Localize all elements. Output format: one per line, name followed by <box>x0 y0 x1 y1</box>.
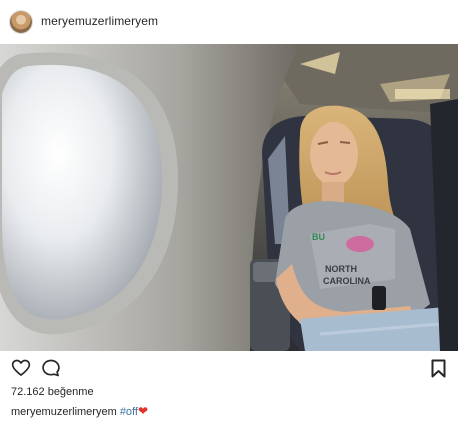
post-actions <box>0 356 458 382</box>
post-caption: meryemuzerlimeryem #off❤ <box>11 404 148 418</box>
caption-username[interactable]: meryemuzerlimeryem <box>11 406 117 418</box>
red-heart-emoji: ❤ <box>137 404 149 418</box>
post-photo[interactable]: BU NORTH CAROLINA <box>0 44 458 351</box>
svg-text:NORTH: NORTH <box>325 264 357 274</box>
airplane-cabin-photo: BU NORTH CAROLINA <box>0 44 458 351</box>
likes-count[interactable]: 72.162 beğenme <box>11 386 94 398</box>
instagram-post-card: meryemuzerlimeryem BU NORTH CAROLINA 72.… <box>0 0 458 423</box>
post-header: meryemuzerlimeryem <box>0 0 458 44</box>
bookmark-icon[interactable] <box>431 359 446 378</box>
caption-hashtag[interactable]: #off <box>120 406 138 418</box>
speech-bubble-icon[interactable] <box>41 358 61 378</box>
post-username[interactable]: meryemuzerlimeryem <box>41 14 158 28</box>
svg-text:BU: BU <box>312 232 325 242</box>
svg-text:CAROLINA: CAROLINA <box>323 276 371 286</box>
heart-outline-icon[interactable] <box>11 358 31 378</box>
avatar[interactable] <box>10 11 32 33</box>
